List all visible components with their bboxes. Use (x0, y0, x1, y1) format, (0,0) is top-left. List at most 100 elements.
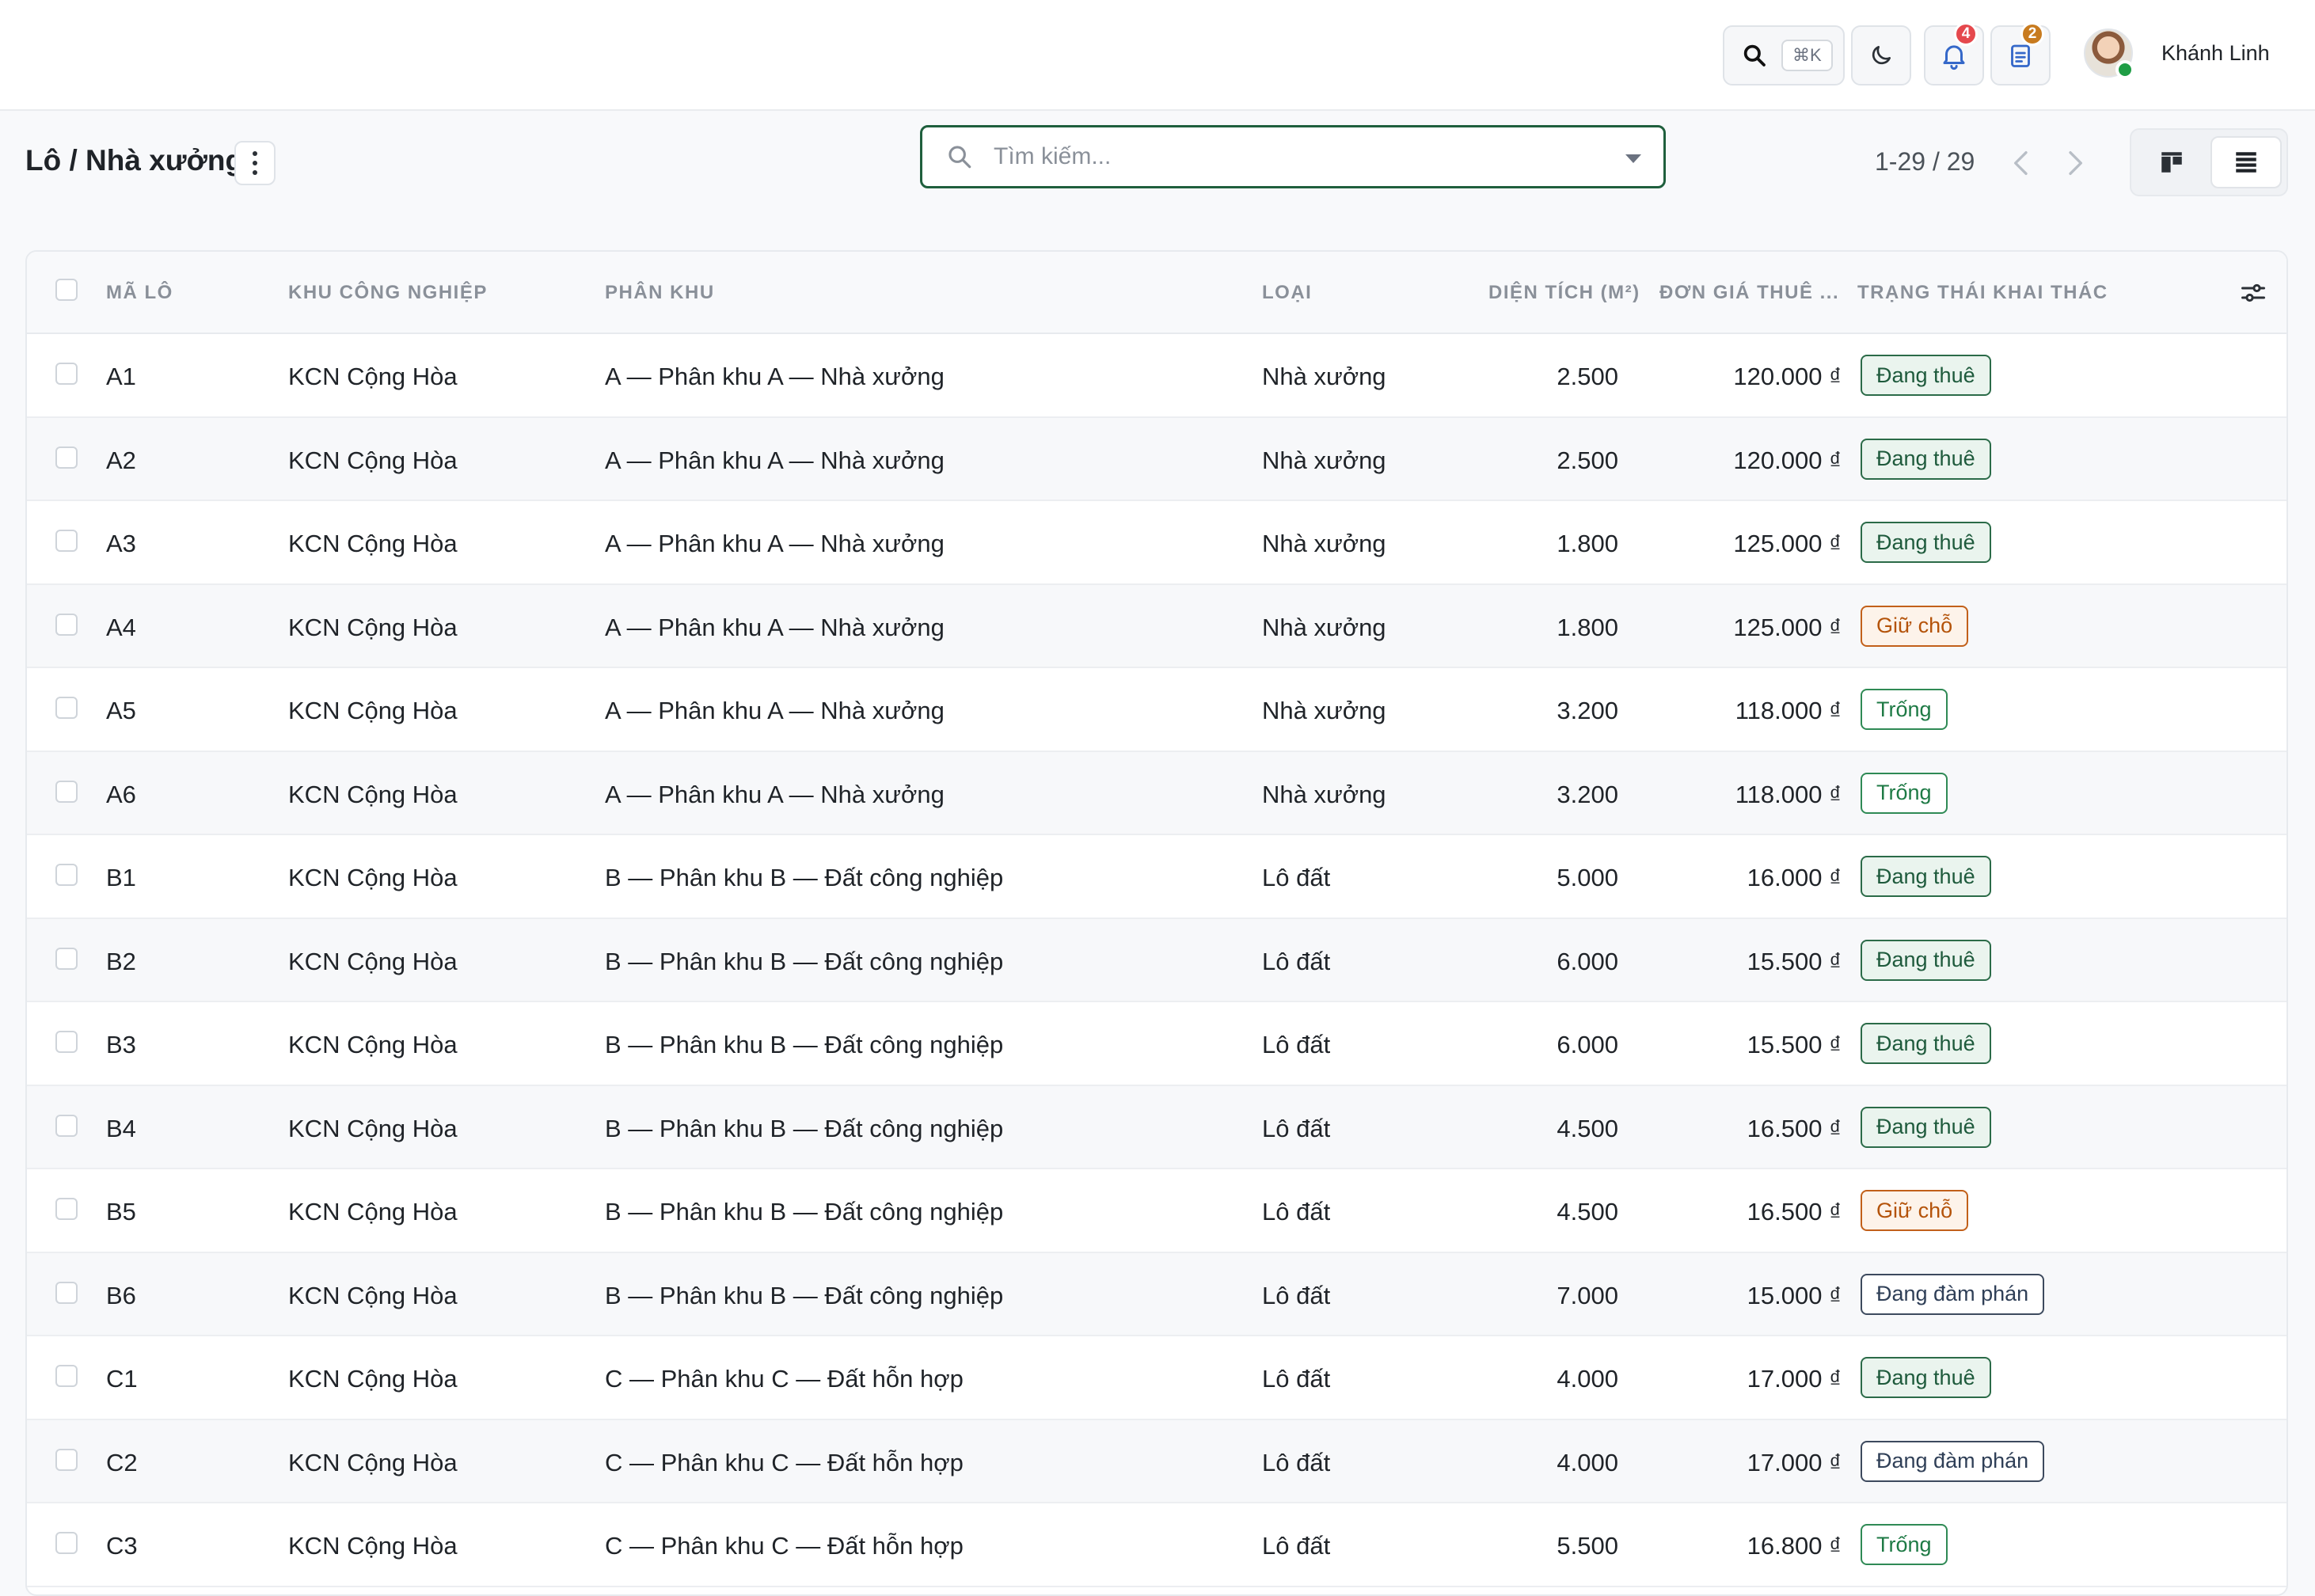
user-avatar[interactable] (2084, 28, 2134, 79)
cell-park: KCN Cộng Hòa (288, 947, 458, 975)
notifications-count-badge: 4 (1954, 22, 1978, 46)
table-row[interactable]: B6 KCN Cộng Hòa B — Phân khu B — Đất công … (27, 1252, 2286, 1336)
view-switcher (2130, 128, 2288, 196)
table-row[interactable]: C3 KCN Cộng Hòa C — Phân khu C — Đất hỗn h… (27, 1503, 2286, 1587)
column-header-area[interactable]: DIỆN TÍCH (M²) (1488, 282, 1640, 304)
column-header-zone[interactable]: PHÂN KHU (605, 282, 715, 304)
cell-zone: A — Phân khu A — Nhà xưởng (605, 363, 945, 390)
status-badge: Trống (1861, 689, 1948, 730)
table-row[interactable]: A3 KCN Cộng Hòa A — Phân khu A — Nhà xưởng… (27, 501, 2286, 585)
table-row[interactable]: A6 KCN Cộng Hòa A — Phân khu A — Nhà xưởng… (27, 751, 2286, 835)
cell-zone: A — Phân khu A — Nhà xưởng (605, 446, 945, 474)
table-row[interactable]: B5 KCN Cộng Hòa B — Phân khu B — Đất công … (27, 1169, 2286, 1253)
column-settings-icon[interactable] (2239, 279, 2267, 307)
cell-area: 5.500 (1557, 1532, 1618, 1560)
row-checkbox[interactable] (55, 363, 78, 385)
column-header-type[interactable]: LOẠI (1262, 282, 1312, 304)
row-checkbox[interactable] (55, 780, 78, 803)
cell-zone: B — Phân khu B — Đất công nghiệp (605, 1198, 1004, 1226)
row-checkbox[interactable] (55, 530, 78, 552)
search-options-dropdown-icon[interactable] (1625, 154, 1641, 163)
table-row[interactable]: B4 KCN Cộng Hòa B — Phân khu B — Đất công … (27, 1085, 2286, 1169)
cell-zone: A — Phân khu A — Nhà xưởng (605, 613, 945, 641)
list-view-button[interactable] (2210, 136, 2282, 188)
cell-area: 7.000 (1557, 1281, 1618, 1309)
notifications-button[interactable]: 4 (1924, 22, 1984, 86)
cell-price: 15.000 ₫ (1747, 1281, 1842, 1309)
cell-type: Lô đất (1262, 1448, 1331, 1476)
select-all-checkbox[interactable] (55, 279, 78, 301)
search-input[interactable] (994, 143, 1611, 170)
cell-area: 2.500 (1557, 446, 1618, 474)
table-row[interactable]: C2 KCN Cộng Hòa C — Phân khu C — Đất hỗn h… (27, 1419, 2286, 1503)
row-checkbox[interactable] (55, 864, 78, 886)
cell-price: 17.000 ₫ (1747, 1365, 1842, 1393)
row-checkbox[interactable] (55, 1281, 78, 1304)
cell-type: Lô đất (1262, 1114, 1331, 1142)
pagination-text: 1-29 / 29 (1875, 147, 1975, 176)
top-bar: ⌘K 4 2 Khánh Linh (0, 0, 2315, 111)
status-badge: Trống (1861, 772, 1948, 814)
row-checkbox[interactable] (55, 446, 78, 469)
cell-code: B5 (106, 1198, 136, 1226)
cell-price: 17.000 ₫ (1747, 1448, 1842, 1476)
table-row[interactable]: B3 KCN Cộng Hòa B — Phân khu B — Đất công … (27, 1002, 2286, 1086)
status-badge: Đang đàm phán (1861, 1273, 2045, 1315)
cell-park: KCN Cộng Hòa (288, 1198, 458, 1226)
cell-code: C3 (106, 1532, 138, 1560)
row-checkbox[interactable] (55, 1198, 78, 1220)
status-badge: Đang thuê (1861, 522, 1991, 563)
cell-park: KCN Cộng Hòa (288, 613, 458, 641)
cell-park: KCN Cộng Hòa (288, 446, 458, 474)
kanban-view-button[interactable] (2136, 136, 2207, 188)
cell-type: Lô đất (1262, 1365, 1331, 1393)
cell-price: 125.000 ₫ (1733, 530, 1842, 557)
row-checkbox[interactable] (55, 1031, 78, 1053)
theme-toggle-button[interactable] (1851, 25, 1911, 86)
kebab-menu-icon (253, 170, 257, 175)
table-row[interactable]: A2 KCN Cộng Hòa A — Phân khu A — Nhà xưởng… (27, 417, 2286, 501)
tasks-button[interactable]: 2 (1990, 22, 2051, 86)
lots-table: MÃ LÔ KHU CÔNG NGHIỆP PHÂN KHU LOẠI DIỆN… (25, 250, 2288, 1596)
table-row[interactable]: A5 KCN Cộng Hòa A — Phân khu A — Nhà xưởng… (27, 668, 2286, 752)
cell-type: Nhà xưởng (1262, 780, 1386, 808)
status-badge: Đang đàm phán (1861, 1440, 2045, 1482)
column-header-code[interactable]: MÃ LÔ (106, 282, 173, 304)
cell-price: 118.000 ₫ (1735, 780, 1842, 808)
table-row[interactable]: C1 KCN Cộng Hòa C — Phân khu C — Đất hỗn h… (27, 1336, 2286, 1420)
page-actions-menu-button[interactable] (234, 141, 276, 185)
cell-code: A2 (106, 446, 136, 474)
cell-park: KCN Cộng Hòa (288, 363, 458, 390)
chevron-right-icon[interactable] (2058, 147, 2090, 179)
row-checkbox[interactable] (55, 1532, 78, 1554)
column-header-park[interactable]: KHU CÔNG NGHIỆP (288, 282, 488, 304)
cell-code: C2 (106, 1448, 138, 1476)
cell-area: 3.200 (1557, 697, 1618, 724)
cell-area: 4.000 (1557, 1365, 1618, 1393)
global-search-button[interactable]: ⌘K (1723, 25, 1845, 86)
search-icon (948, 146, 971, 169)
cell-park: KCN Cộng Hòa (288, 864, 458, 891)
row-checkbox[interactable] (55, 1114, 78, 1137)
cell-price: 118.000 ₫ (1735, 697, 1842, 724)
table-row[interactable]: B2 KCN Cộng Hòa B — Phân khu B — Đất công … (27, 918, 2286, 1002)
user-name[interactable]: Khánh Linh (2161, 41, 2270, 66)
cell-type: Lô đất (1262, 947, 1331, 975)
cell-zone: A — Phân khu A — Nhà xưởng (605, 697, 945, 724)
search-shortcut-hint: ⌘K (1781, 40, 1833, 71)
chevron-left-icon[interactable] (2006, 147, 2038, 179)
table-row[interactable]: A4 KCN Cộng Hòa A — Phân khu A — Nhà xưởng… (27, 584, 2286, 668)
cell-code: B6 (106, 1281, 136, 1309)
search-icon (1743, 44, 1766, 66)
row-checkbox[interactable] (55, 1365, 78, 1387)
table-row[interactable]: A1 KCN Cộng Hòa A — Phân khu A — Nhà xưởng… (27, 334, 2286, 418)
column-header-price[interactable]: ĐƠN GIÁ THUÊ ... (1659, 282, 1839, 304)
row-checkbox[interactable] (55, 947, 78, 970)
online-status-dot (2115, 60, 2134, 79)
cell-type: Nhà xưởng (1262, 446, 1386, 474)
row-checkbox[interactable] (55, 1448, 78, 1471)
row-checkbox[interactable] (55, 613, 78, 636)
table-row[interactable]: B1 KCN Cộng Hòa B — Phân khu B — Đất công … (27, 835, 2286, 919)
row-checkbox[interactable] (55, 697, 78, 719)
column-header-status[interactable]: TRẠNG THÁI KHAI THÁC (1857, 282, 2108, 304)
